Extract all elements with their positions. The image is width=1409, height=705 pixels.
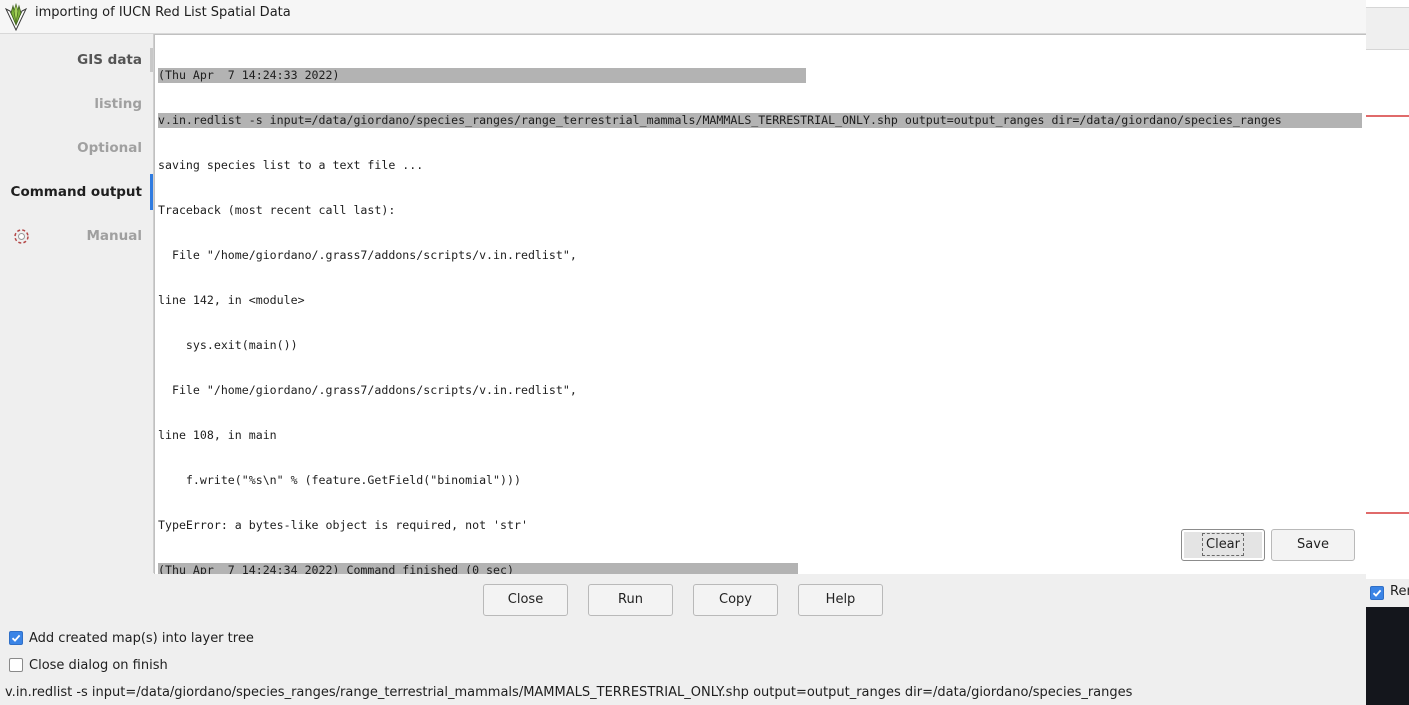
close-button[interactable]: Close [483,584,568,616]
tab-gis-data[interactable]: GIS data [1,42,153,78]
log-line: line 108, in main [158,428,277,442]
background-toolbar [1366,7,1409,50]
checkbox-unchecked-icon[interactable] [9,658,23,672]
log-line: TypeError: a bytes-like object is requir… [158,518,528,532]
close-button-label: Close [507,592,544,607]
log-line: (Thu Apr 7 14:24:34 2022) Command finish… [158,563,798,574]
checkbox-checked-icon[interactable] [9,631,23,645]
tab-label: Manual [86,228,142,244]
help-button[interactable]: Help [798,584,883,616]
grass-logo-icon [4,3,28,31]
run-button-label: Run [618,592,643,607]
command-output-panel[interactable]: (Thu Apr 7 14:24:33 2022) v.in.redlist -… [154,34,1366,574]
tab-label: Command output [10,184,142,200]
log-line: File "/home/giordano/.grass7/addons/scri… [158,383,577,397]
clear-button-label: Clear [1202,533,1244,556]
log-line: v.in.redlist -s input=/data/giordano/spe… [158,113,1362,128]
background-red-line [1366,512,1409,514]
copy-button[interactable]: Copy [693,584,778,616]
tab-optional[interactable]: Optional [1,130,153,166]
log-line: line 142, in <module> [158,293,305,307]
checkbox-label: Close dialog on finish [29,657,168,673]
log-line: Traceback (most recent call last): [158,203,396,217]
sidebar: GIS data listing Optional Command output… [1,34,154,573]
log-line: File "/home/giordano/.grass7/addons/scri… [158,248,577,262]
tab-label: listing [94,96,142,112]
close-on-finish-checkbox[interactable]: Close dialog on finish [9,656,168,674]
save-button[interactable]: Save [1271,529,1355,561]
background-red-line [1366,115,1409,117]
title-bar: importing of IUCN Red List Spatial Data [0,0,1366,34]
tab-label: Optional [77,140,142,156]
log-line: (Thu Apr 7 14:24:33 2022) [158,68,806,83]
log-line: sys.exit(main()) [158,338,298,352]
background-window: Ren [1366,0,1409,705]
copy-button-label: Copy [719,592,752,607]
help-button-label: Help [825,592,856,607]
tab-label: GIS data [77,52,142,68]
checkbox-label: Add created map(s) into layer tree [29,630,254,646]
window-title: importing of IUCN Red List Spatial Data [35,5,291,20]
tab-command-output[interactable]: Command output [1,174,153,210]
log-line: f.write("%s\n" % (feature.GetField("bino… [158,473,521,487]
checkbox-checked-icon[interactable] [1370,586,1384,600]
background-checkbox-label: Ren [1390,584,1409,599]
tab-manual[interactable]: Manual [1,218,153,254]
add-to-layer-tree-checkbox[interactable]: Add created map(s) into layer tree [9,629,254,647]
tab-listing[interactable]: listing [1,86,153,122]
background-checkbox-row: Ren [1366,579,1409,607]
run-button[interactable]: Run [588,584,673,616]
log-line: saving species list to a text file ... [158,158,424,172]
command-log[interactable]: (Thu Apr 7 14:24:33 2022) v.in.redlist -… [158,38,1362,574]
module-dialog: importing of IUCN Red List Spatial Data … [0,0,1366,705]
clear-button[interactable]: Clear [1181,529,1265,561]
background-map-canvas [1366,607,1409,705]
lifebuoy-icon [14,229,29,244]
status-command-line: v.in.redlist -s input=/data/giordano/spe… [5,685,1133,700]
save-button-label: Save [1297,537,1329,552]
